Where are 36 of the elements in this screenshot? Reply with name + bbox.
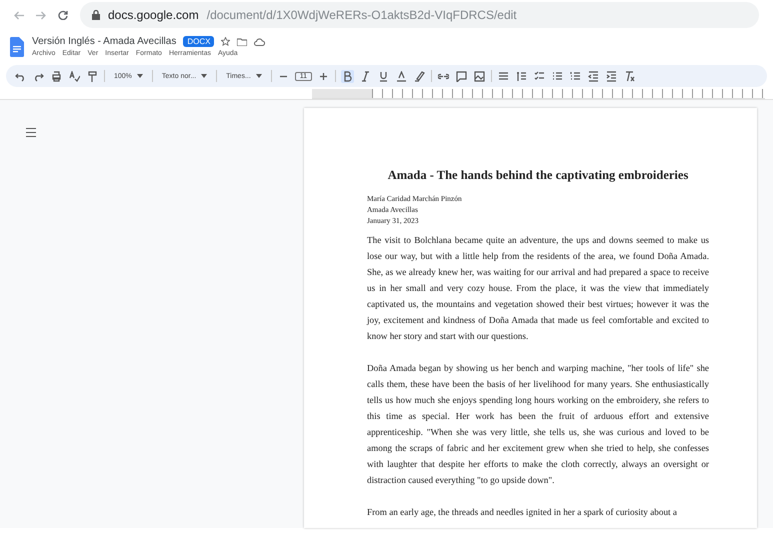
caret-icon [201, 74, 208, 78]
bold-icon[interactable] [341, 70, 354, 82]
checklist-icon[interactable] [533, 70, 546, 82]
document-title[interactable]: Versión Inglés - Amada Avecillas [32, 36, 176, 47]
image-icon[interactable] [473, 70, 486, 82]
clear-formatting-icon[interactable] [623, 70, 636, 82]
print-icon[interactable] [50, 70, 63, 82]
caret-icon [256, 74, 262, 78]
url-path: /document/d/1X0WdjWeRERs-O1aktsB2d-VIqFDRCS/edit [206, 8, 517, 22]
increase-indent-icon[interactable] [605, 70, 618, 82]
address-bar[interactable]: docs.google.com /document/d/1X0WdjWeRERs-O1aktsB2d-VIqFDRCS/edit [80, 2, 759, 28]
line-spacing-icon[interactable] [515, 70, 528, 82]
paragraph: From an early age, the threads and needles ignited in her a spark of curiosity about a [367, 506, 678, 519]
paint-format-icon[interactable] [86, 70, 99, 82]
lock-icon [92, 10, 100, 20]
caret-icon [136, 74, 143, 78]
numbered-list-icon[interactable] [569, 70, 582, 82]
document-icon[interactable] [10, 36, 24, 56]
star-icon[interactable] [221, 37, 230, 46]
paragraph: The visit to Bolchlana became quite an adventure, the ups and downs seemed to make us lose our way, but with a little help from the residents of the area, we found Doña Amada. She, as we already knew her, was waiting for our arrival and had prepared a space to receive us in her small and very cozy house. From the place, it was the view that immediately captivated us, the mountains and vegetation showed their best virtues; however it was the joy, excitement and kindness of Doña Amada that made us feel comfortable and excited to know her story and start with our questions. [367, 234, 709, 343]
folder-icon[interactable] [237, 38, 248, 46]
file-type-badge: DOCX [183, 36, 214, 47]
url-domain: docs.google.com [108, 8, 199, 22]
cloud-icon[interactable] [254, 38, 266, 46]
ruler[interactable] [312, 89, 765, 99]
paragraph: Doña Amada began by showing us her bench and warping machine, "her tools of life" she calls them, these have been the basis of her livelihood for many years. She enthusiastically tells us how much she enjoys spending long hours working on the embroidery, she refers to this time as special. Her work has been the fruit of arduous effort and extensive apprenticeship. "When she was very little, she tells us, she was curious and loved to be among the scraps of fabric and her excitement grew when she tried to help, she confesses with laughter that despite her efforts to make the cloth correctly, always an oversight or distraction caused everything "to go upside down". [367, 362, 709, 487]
spellcheck-icon[interactable] [68, 70, 81, 82]
align-icon[interactable] [497, 70, 510, 82]
highlight-icon[interactable] [413, 70, 426, 82]
reload-icon[interactable] [58, 10, 68, 20]
decrease-indent-icon[interactable] [587, 70, 600, 82]
outline-icon[interactable] [26, 128, 36, 137]
bulleted-list-icon[interactable] [551, 70, 564, 82]
text-color-icon[interactable] [395, 70, 408, 82]
comment-icon[interactable] [455, 70, 468, 82]
document-heading: Amada - The hands behind the captivating embroideries [386, 168, 690, 183]
